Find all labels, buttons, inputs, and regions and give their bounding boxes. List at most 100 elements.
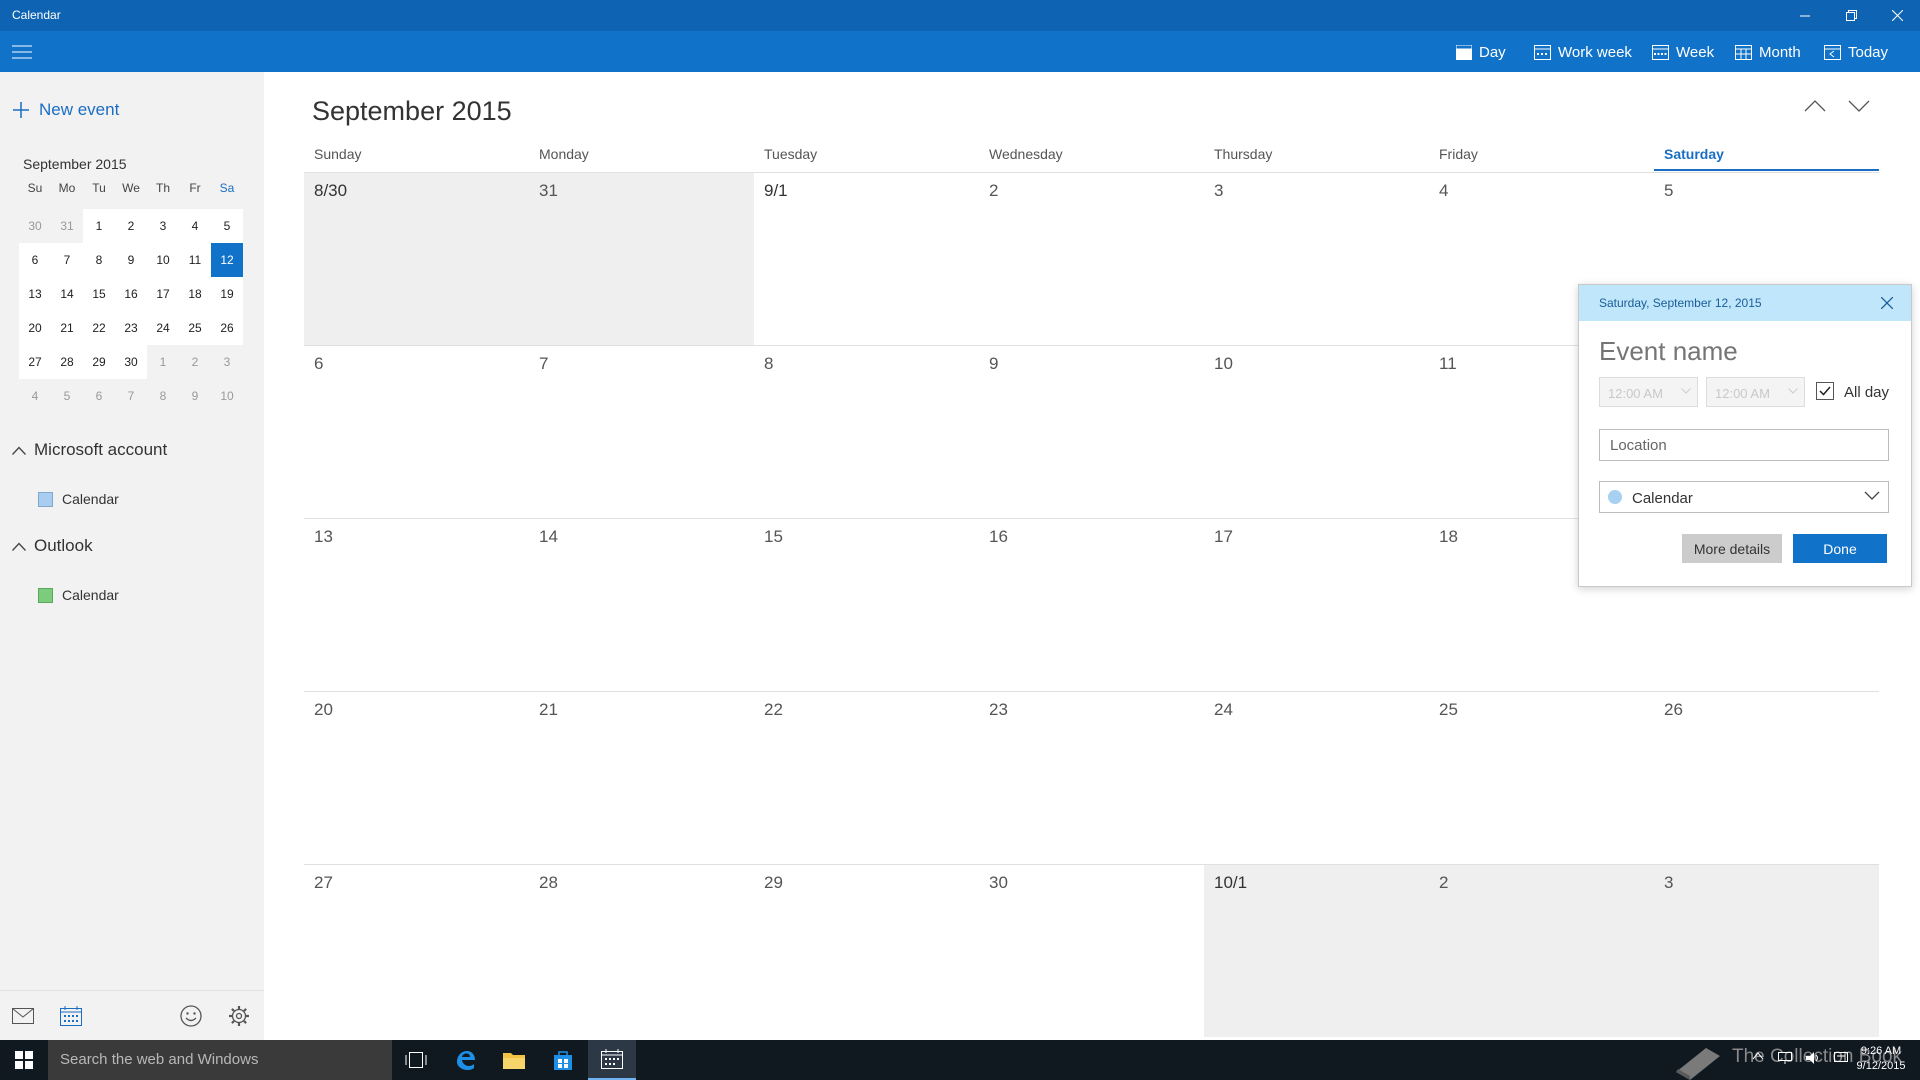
calendar-item-microsoft[interactable]: Calendar bbox=[38, 491, 119, 507]
day-cell[interactable]: 9 bbox=[979, 345, 1204, 518]
all-day-checkbox[interactable] bbox=[1816, 382, 1834, 400]
day-cell[interactable]: 8 bbox=[754, 345, 979, 518]
start-button[interactable] bbox=[0, 1040, 48, 1080]
mini-day-outside[interactable]: 8 bbox=[147, 379, 179, 413]
microsoft-account-header[interactable]: Microsoft account bbox=[12, 440, 167, 460]
popup-close-button[interactable] bbox=[1875, 292, 1899, 314]
mini-day[interactable]: 2 bbox=[115, 209, 147, 243]
day-cell[interactable]: 25 bbox=[1429, 691, 1654, 864]
day-cell[interactable]: 30 bbox=[979, 864, 1204, 1037]
mini-day[interactable]: 15 bbox=[83, 277, 115, 311]
mini-day-outside[interactable]: 1 bbox=[147, 345, 179, 379]
calendar-app-button[interactable] bbox=[58, 1003, 84, 1029]
day-cell[interactable]: 3 bbox=[1204, 172, 1429, 345]
mini-day[interactable]: 20 bbox=[19, 311, 51, 345]
mail-button[interactable] bbox=[10, 1003, 36, 1029]
mini-day[interactable]: 4 bbox=[179, 209, 211, 243]
day-cell[interactable]: 7 bbox=[529, 345, 754, 518]
mini-day[interactable]: 1 bbox=[83, 209, 115, 243]
day-cell[interactable]: 3 bbox=[1654, 864, 1879, 1037]
mini-day[interactable]: 30 bbox=[115, 345, 147, 379]
calendar-taskbar-button[interactable] bbox=[588, 1040, 636, 1080]
event-name-input[interactable] bbox=[1599, 333, 1889, 369]
end-time-select[interactable]: 12:00 AM bbox=[1706, 377, 1805, 407]
day-cell[interactable]: 16 bbox=[979, 518, 1204, 691]
mini-day[interactable]: 3 bbox=[147, 209, 179, 243]
mini-day-outside[interactable]: 31 bbox=[51, 209, 83, 243]
day-cell[interactable]: 26 bbox=[1654, 691, 1879, 864]
location-input[interactable] bbox=[1599, 429, 1889, 461]
day-cell[interactable]: 13 bbox=[304, 518, 529, 691]
mini-day[interactable]: 21 bbox=[51, 311, 83, 345]
settings-button[interactable] bbox=[226, 1003, 252, 1029]
done-button[interactable]: Done bbox=[1793, 534, 1887, 563]
volume-icon[interactable] bbox=[1806, 1052, 1820, 1064]
mini-day-outside[interactable]: 5 bbox=[51, 379, 83, 413]
work-week-view-button[interactable]: Work week bbox=[1534, 39, 1632, 65]
mini-day[interactable]: 14 bbox=[51, 277, 83, 311]
mini-day[interactable]: 8 bbox=[83, 243, 115, 277]
feedback-button[interactable] bbox=[178, 1003, 204, 1029]
mini-day[interactable]: 10 bbox=[147, 243, 179, 277]
day-cell[interactable]: 23 bbox=[979, 691, 1204, 864]
day-cell[interactable]: 9/1 bbox=[754, 172, 979, 345]
restore-button[interactable] bbox=[1828, 0, 1874, 31]
day-cell[interactable]: 2 bbox=[979, 172, 1204, 345]
minimize-button[interactable] bbox=[1782, 0, 1828, 31]
mini-day[interactable]: 16 bbox=[115, 277, 147, 311]
day-cell[interactable]: 14 bbox=[529, 518, 754, 691]
mini-day[interactable]: 29 bbox=[83, 345, 115, 379]
day-cell[interactable]: 20 bbox=[304, 691, 529, 864]
day-cell[interactable]: 27 bbox=[304, 864, 529, 1037]
mini-day[interactable]: 22 bbox=[83, 311, 115, 345]
day-cell[interactable]: 31 bbox=[529, 172, 754, 345]
show-hidden-icons-icon[interactable] bbox=[1752, 1052, 1764, 1060]
day-cell[interactable]: 2 bbox=[1429, 864, 1654, 1037]
day-cell[interactable]: 21 bbox=[529, 691, 754, 864]
mini-day[interactable]: 5 bbox=[211, 209, 243, 243]
start-time-select[interactable]: 12:00 AM bbox=[1599, 377, 1698, 407]
new-event-button[interactable]: New event bbox=[13, 100, 119, 120]
month-view-button[interactable]: Month bbox=[1735, 39, 1801, 65]
day-cell[interactable]: 10/1 bbox=[1204, 864, 1429, 1037]
mini-calendar-title[interactable]: September 2015 bbox=[23, 156, 127, 172]
mini-day[interactable]: 11 bbox=[179, 243, 211, 277]
file-explorer-button[interactable] bbox=[490, 1040, 538, 1080]
week-view-button[interactable]: Week bbox=[1652, 39, 1714, 65]
mini-day-outside[interactable]: 9 bbox=[179, 379, 211, 413]
day-cell[interactable]: 22 bbox=[754, 691, 979, 864]
taskbar-search[interactable]: Search the web and Windows bbox=[48, 1040, 392, 1080]
mini-day[interactable]: 25 bbox=[179, 311, 211, 345]
day-cell[interactable]: 15 bbox=[754, 518, 979, 691]
hamburger-menu-button[interactable] bbox=[9, 39, 35, 65]
mini-day[interactable]: 24 bbox=[147, 311, 179, 345]
mini-day[interactable]: 19 bbox=[211, 277, 243, 311]
day-cell[interactable]: 24 bbox=[1204, 691, 1429, 864]
mini-day-outside[interactable]: 7 bbox=[115, 379, 147, 413]
mini-day-selected[interactable]: 12 bbox=[211, 243, 243, 277]
mini-day[interactable]: 18 bbox=[179, 277, 211, 311]
day-cell[interactable]: 29 bbox=[754, 864, 979, 1037]
mini-day[interactable]: 13 bbox=[19, 277, 51, 311]
day-view-button[interactable]: Day bbox=[1456, 39, 1506, 65]
mini-day[interactable]: 9 bbox=[115, 243, 147, 277]
day-cell[interactable]: 8/30 bbox=[304, 172, 529, 345]
network-icon[interactable] bbox=[1778, 1052, 1792, 1064]
task-view-button[interactable] bbox=[392, 1040, 440, 1080]
day-cell[interactable]: 28 bbox=[529, 864, 754, 1037]
today-button[interactable]: Today bbox=[1824, 39, 1888, 65]
mini-day[interactable]: 28 bbox=[51, 345, 83, 379]
next-month-button[interactable] bbox=[1844, 94, 1874, 118]
previous-month-button[interactable] bbox=[1800, 94, 1830, 118]
store-button[interactable] bbox=[539, 1040, 587, 1080]
mini-day-outside[interactable]: 10 bbox=[211, 379, 243, 413]
calendar-item-outlook[interactable]: Calendar bbox=[38, 587, 119, 603]
more-details-button[interactable]: More details bbox=[1682, 534, 1782, 563]
mini-day-outside[interactable]: 4 bbox=[19, 379, 51, 413]
outlook-account-header[interactable]: Outlook bbox=[12, 536, 93, 556]
mini-day[interactable]: 17 bbox=[147, 277, 179, 311]
mini-day[interactable]: 7 bbox=[51, 243, 83, 277]
mini-day[interactable]: 26 bbox=[211, 311, 243, 345]
mini-day[interactable]: 23 bbox=[115, 311, 147, 345]
mini-day-outside[interactable]: 3 bbox=[211, 345, 243, 379]
